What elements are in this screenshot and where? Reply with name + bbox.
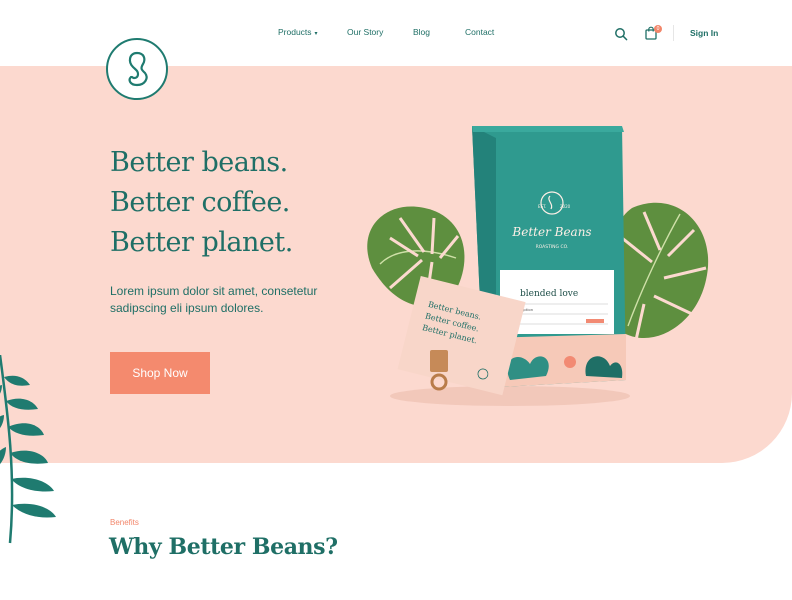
chevron-down-icon: ▾: [314, 31, 318, 37]
hero-headline: Better beans. Better coffee. Better plan…: [110, 143, 370, 263]
bag-sub-text: ROASTING CO.: [536, 244, 569, 250]
bag-label-title: blended love: [520, 289, 578, 299]
headline-line: Better planet.: [110, 227, 293, 258]
product-shadow: [390, 386, 630, 406]
headline-line: Better coffee.: [110, 187, 290, 218]
nav-item-products[interactable]: Products ▾: [278, 27, 318, 37]
bag-year-text: 2020: [560, 204, 571, 209]
search-icon[interactable]: [614, 27, 628, 41]
sign-in-link[interactable]: Sign In: [690, 28, 718, 38]
nav-item-blog[interactable]: Blog: [413, 27, 430, 37]
benefits-title: Why Better Beans?: [109, 534, 338, 560]
logo-bean-icon: [128, 51, 148, 87]
shop-now-button[interactable]: Shop Now: [110, 352, 210, 394]
cart-button[interactable]: 0: [645, 25, 662, 41]
fern-leaf-decoration: [0, 355, 56, 544]
hero-description: Lorem ipsum dolor sit amet, consetetur s…: [110, 284, 318, 315]
bag-est-text: EST.: [538, 204, 546, 209]
binder-clip-icon: [430, 350, 448, 391]
nav-item-our-story[interactable]: Our Story: [347, 27, 383, 37]
benefits-eyebrow: Benefits: [110, 518, 139, 527]
brand-logo[interactable]: [106, 38, 168, 100]
product-illustration: EST. 2020 Better Beans ROASTING CO. blen…: [367, 126, 709, 406]
nav-item-contact[interactable]: Contact: [465, 27, 494, 37]
headline-line: Better beans.: [110, 147, 288, 178]
nav-item-label: Products: [278, 27, 312, 37]
header-divider: [673, 25, 674, 41]
bag-brand-text: Better Beans: [511, 225, 591, 239]
cart-count-badge: 0: [654, 25, 662, 33]
